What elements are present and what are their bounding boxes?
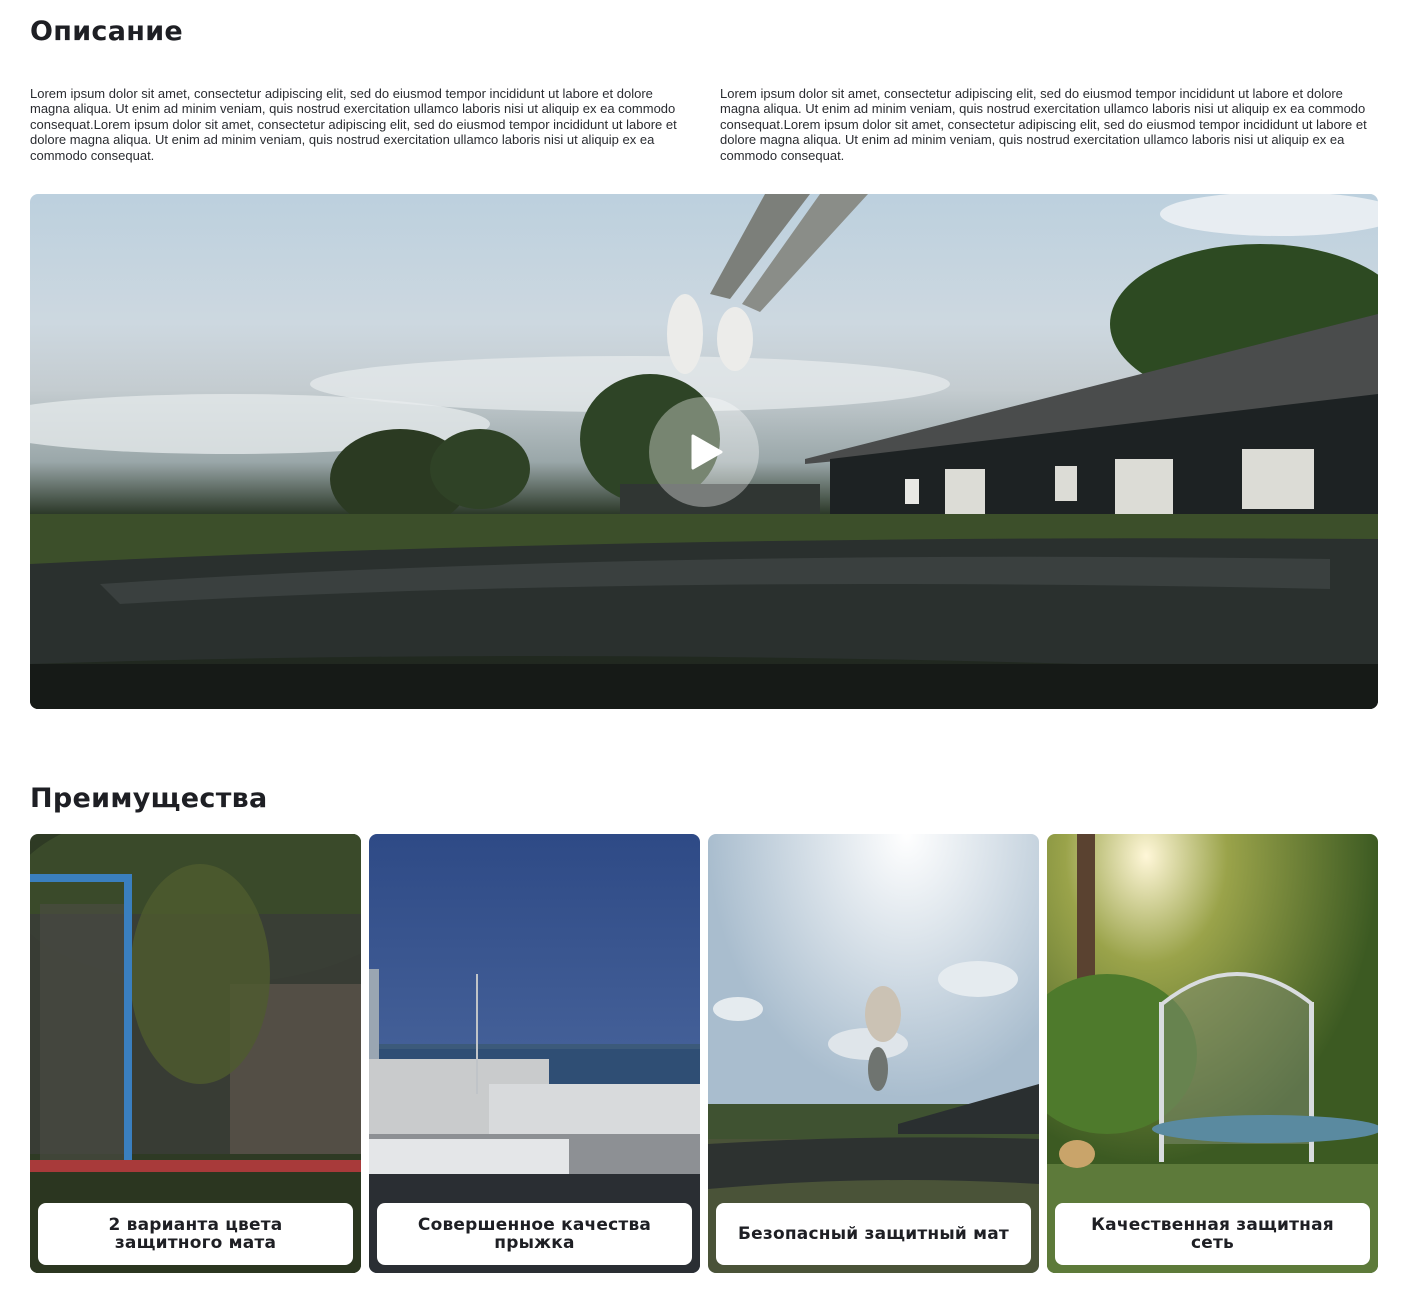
advantages-title: Преимущества bbox=[30, 783, 268, 814]
description-paragraph-2: Lorem ipsum dolor sit amet, consectetur … bbox=[720, 86, 1367, 163]
advantage-card-safe-mat: Безопасный защитный мат bbox=[708, 834, 1039, 1273]
advantage-label-2: Совершенное качества прыжка bbox=[377, 1203, 692, 1265]
advantage-card-jump-quality: Совершенное качества прыжка bbox=[369, 834, 700, 1273]
description-paragraph-1: Lorem ipsum dolor sit amet, consectetur … bbox=[30, 86, 677, 163]
description-title: Описание bbox=[30, 16, 184, 47]
advantage-label-3: Безопасный защитный мат bbox=[716, 1203, 1031, 1265]
play-icon bbox=[691, 434, 723, 470]
advantage-card-safety-net: Качественная защитная сеть bbox=[1047, 834, 1378, 1273]
advantage-label-4: Качественная защитная сеть bbox=[1055, 1203, 1370, 1265]
video-player[interactable] bbox=[30, 194, 1378, 709]
play-button[interactable] bbox=[649, 397, 759, 507]
advantage-label-1: 2 варианта цвета защитного мата bbox=[38, 1203, 353, 1265]
advantage-card-mat-colors: 2 варианта цвета защитного мата bbox=[30, 834, 361, 1273]
